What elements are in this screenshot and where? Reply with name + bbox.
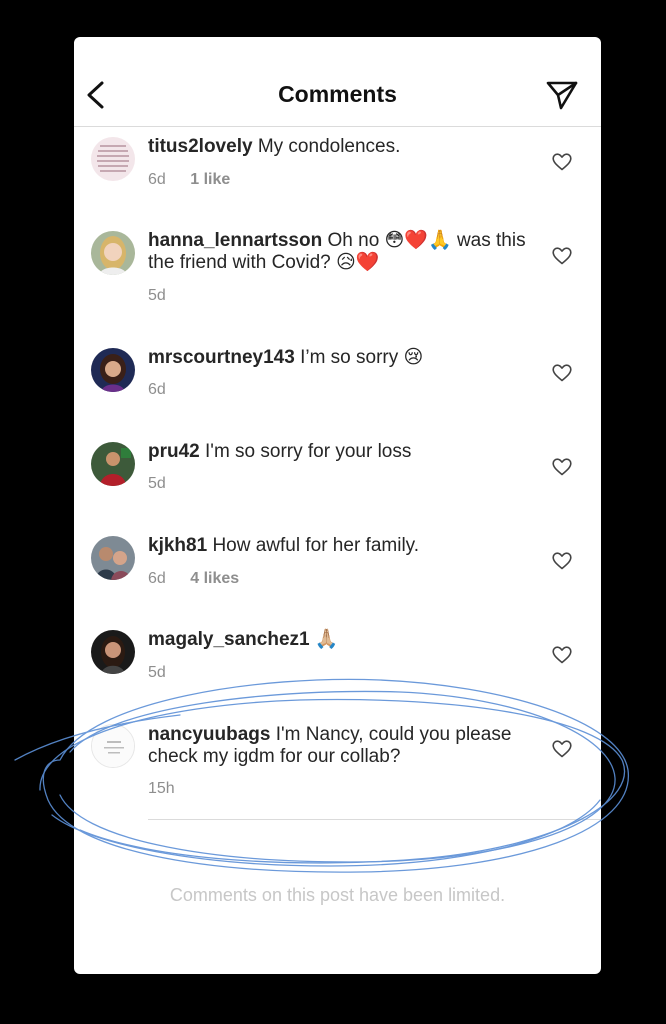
heart-outline-icon [552,740,572,758]
heart-outline-icon [552,646,572,664]
page-title: Comments [278,81,397,107]
comment-time: 6d [148,171,166,188]
avatar[interactable] [91,137,135,181]
comment-meta: 6d [148,381,166,399]
avatar-image [92,725,134,767]
like-button[interactable] [552,364,572,382]
heart-outline-icon [552,458,572,476]
comment-meta: 6d 4 likes [148,570,239,588]
like-button[interactable] [552,646,572,664]
like-button[interactable] [552,552,572,570]
avatar[interactable] [91,724,135,768]
comment-time: 5d [148,475,166,492]
comment-username[interactable]: kjkh81 [148,535,207,556]
avatar-image [91,348,135,392]
avatar[interactable] [91,630,135,674]
comment-meta: 6d 1 like [148,171,230,189]
paper-plane-icon [546,81,578,110]
comment-body: 🙏🏼 [314,629,339,650]
comment-text: magaly_sanchez1 🙏🏼 [148,629,543,651]
comment-username[interactable]: nancyuubags [148,724,270,745]
comment-username[interactable]: titus2lovely [148,136,253,157]
comment-meta: 15h [148,780,175,798]
comment-likes[interactable]: 1 like [190,171,230,188]
comment-time: 15h [148,780,175,797]
heart-outline-icon [552,552,572,570]
comment-text: nancyuubags I'm Nancy, could you please … [148,724,543,768]
comment-meta: 5d [148,287,166,305]
avatar[interactable] [91,536,135,580]
comment-text: pru42 I'm so sorry for your loss [148,441,543,463]
like-button[interactable] [552,153,572,171]
comment-body: My condolences. [257,136,401,157]
comment-text: titus2lovely My condolences. [148,136,543,158]
comment-time: 5d [148,664,166,681]
comment-meta: 5d [148,475,166,493]
comment-text: kjkh81 How awful for her family. [148,535,543,557]
avatar-image [91,536,135,580]
avatar-image [91,630,135,674]
avatar-image [91,231,135,275]
comment-username[interactable]: pru42 [148,441,200,462]
avatar-image [91,442,135,486]
heart-outline-icon [552,364,572,382]
comment-likes[interactable]: 4 likes [190,570,239,587]
avatar[interactable] [91,442,135,486]
like-button[interactable] [552,247,572,265]
comment-username[interactable]: magaly_sanchez1 [148,629,310,650]
comment-time: 6d [148,570,166,587]
comment-username[interactable]: hanna_lennartsson [148,230,322,251]
like-button[interactable] [552,458,572,476]
like-button[interactable] [552,740,572,758]
comments-screen: Comments titus2lovely My condolences. 6d… [74,37,601,974]
avatar[interactable] [91,231,135,275]
avatar[interactable] [91,348,135,392]
comment-time: 5d [148,287,166,304]
comment-body: I'm so sorry for your loss [205,441,412,462]
comment-time: 6d [148,381,166,398]
comment-text: hanna_lennartsson Oh no 😳❤️🙏 was this th… [148,230,543,274]
heart-outline-icon [552,247,572,265]
avatar-image [91,137,135,181]
comments-header: Comments [74,37,601,127]
divider [148,819,601,820]
comment-meta: 5d [148,664,166,682]
comments-limited-notice: Comments on this post have been limited. [169,885,506,905]
comment-body: I’m so sorry 😢 [300,347,424,368]
heart-outline-icon [552,153,572,171]
comment-text: mrscourtney143 I’m so sorry 😢 [148,347,543,369]
share-button[interactable] [545,79,579,111]
comment-body: How awful for her family. [212,535,420,556]
comment-username[interactable]: mrscourtney143 [148,347,295,368]
